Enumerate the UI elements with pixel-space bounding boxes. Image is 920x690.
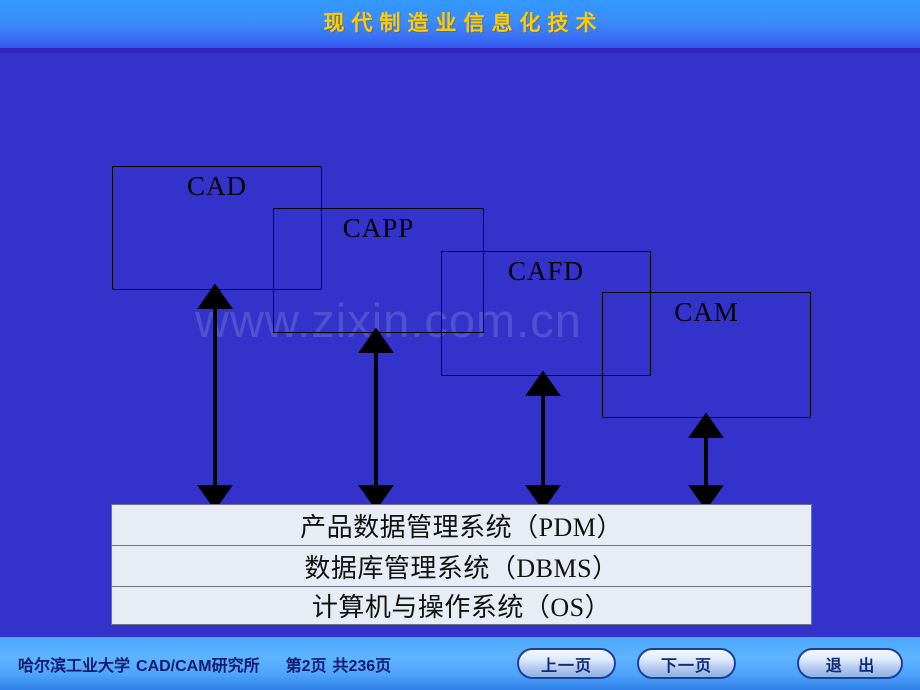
- footer-institution: 哈尔滨工业大学: [18, 657, 131, 675]
- connector-cafd-to-pdm: [525, 370, 561, 511]
- platform-layer-os[interactable]: 计算机与操作系统（OS）: [111, 587, 812, 625]
- footer-page-current: 第2页: [285, 657, 327, 675]
- prev-page-button[interactable]: 上一页: [517, 648, 616, 679]
- app-box-cam[interactable]: CAM: [602, 292, 811, 418]
- app-box-cam-label: CAM: [674, 297, 739, 327]
- platform-layer-dbms[interactable]: 数据库管理系统（DBMS）: [111, 546, 812, 587]
- footer-lab: CAD/CAM研究所: [136, 657, 260, 675]
- exit-button[interactable]: 退 出: [797, 648, 903, 679]
- app-box-cad-label: CAD: [186, 171, 247, 201]
- presentation-slide: 现代制造业信息化技术 www.zixin.com.cn CAD CAPP CAF…: [0, 0, 920, 690]
- platform-layer-pdm[interactable]: 产品数据管理系统（PDM）: [111, 504, 812, 546]
- next-page-button-label: 下一页: [660, 657, 712, 675]
- connector-capp-to-pdm: [358, 327, 394, 511]
- platform-layer-pdm-label: 产品数据管理系统（PDM）: [300, 512, 623, 542]
- footer-page-total: 共236页: [332, 657, 392, 675]
- slide-body: www.zixin.com.cn CAD CAPP CAFD CAM 产品数据管…: [0, 53, 920, 637]
- prev-page-button-label: 上一页: [540, 657, 592, 675]
- platform-layer-dbms-label: 数据库管理系统（DBMS）: [304, 553, 619, 583]
- platform-layer-os-label: 计算机与操作系统（OS）: [311, 593, 612, 622]
- app-box-capp-label: CAPP: [342, 213, 415, 243]
- app-box-cafd-label: CAFD: [507, 256, 585, 286]
- connector-cam-to-pdm: [688, 412, 724, 511]
- page-title: 现代制造业信息化技术: [323, 12, 604, 35]
- exit-button-label: 退 出: [825, 657, 881, 675]
- slide-header: 现代制造业信息化技术: [0, 0, 920, 48]
- connector-cad-to-pdm: [197, 283, 233, 511]
- slide-footer: 哈尔滨工业大学 CAD/CAM研究所 第2页 共236页 上一页 下一页 退 出: [0, 637, 920, 690]
- next-page-button[interactable]: 下一页: [637, 648, 736, 679]
- footer-info: 哈尔滨工业大学 CAD/CAM研究所 第2页 共236页: [18, 637, 391, 690]
